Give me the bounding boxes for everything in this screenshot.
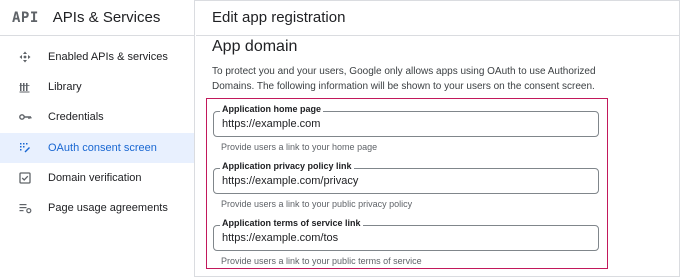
sidebar-item-label: OAuth consent screen bbox=[48, 141, 157, 154]
section-title: App domain bbox=[212, 38, 298, 55]
terms-of-service-input-box[interactable]: Application terms of service link bbox=[213, 218, 599, 251]
sidebar: API APIs & Services Enabled APIs & servi… bbox=[0, 0, 195, 277]
terms-of-service-field: Application terms of service link Provid… bbox=[213, 218, 599, 266]
home-page-field: Application home page Provide users a li… bbox=[213, 104, 599, 152]
sidebar-item-library[interactable]: Library bbox=[0, 72, 194, 102]
key-icon bbox=[18, 110, 32, 124]
sidebar-item-label: Page usage agreements bbox=[48, 201, 168, 214]
privacy-policy-field: Application privacy policy link Provide … bbox=[213, 161, 599, 209]
sidebar-item-credentials[interactable]: Credentials bbox=[0, 102, 194, 132]
diamond-arrows-icon bbox=[18, 50, 32, 64]
home-page-input[interactable] bbox=[222, 118, 582, 130]
section-description: To protect you and your users, Google on… bbox=[212, 66, 596, 92]
consent-grid-icon bbox=[18, 141, 32, 155]
library-icon bbox=[18, 80, 32, 94]
sidebar-item-enabled-apis[interactable]: Enabled APIs & services bbox=[0, 42, 194, 72]
sidebar-item-label: Enabled APIs & services bbox=[48, 51, 168, 63]
home-page-label: Application home page bbox=[220, 104, 324, 114]
checkbox-icon bbox=[18, 171, 32, 185]
sidebar-item-oauth-consent[interactable]: OAuth consent screen bbox=[0, 132, 194, 163]
app-domain-fields-highlight: Application home page Provide users a li… bbox=[206, 98, 608, 269]
privacy-policy-label: Application privacy policy link bbox=[220, 161, 354, 171]
sidebar-item-label: Credentials bbox=[48, 111, 104, 124]
terms-of-service-label: Application terms of service link bbox=[220, 218, 363, 228]
api-logo: API bbox=[12, 9, 39, 26]
privacy-policy-input-box[interactable]: Application privacy policy link bbox=[213, 161, 599, 194]
home-page-input-box[interactable]: Application home page bbox=[213, 104, 599, 137]
sidebar-item-page-usage[interactable]: Page usage agreements bbox=[0, 193, 194, 223]
main-content: Edit app registration App domain To prot… bbox=[196, 0, 680, 277]
home-page-hint: Provide users a link to your home page bbox=[221, 142, 378, 152]
sidebar-item-label: Domain verification bbox=[48, 171, 142, 184]
sidebar-item-label: Library bbox=[48, 81, 82, 94]
terms-of-service-input[interactable] bbox=[222, 232, 582, 244]
privacy-policy-input[interactable] bbox=[222, 175, 582, 187]
settings-list-icon bbox=[18, 201, 32, 215]
terms-of-service-hint: Provide users a link to your public term… bbox=[221, 256, 422, 266]
sidebar-header: API APIs & Services bbox=[0, 0, 194, 36]
sidebar-nav: Enabled APIs & services Library Credenti… bbox=[0, 36, 194, 223]
product-name: APIs & Services bbox=[52, 9, 161, 26]
privacy-policy-hint: Provide users a link to your public priv… bbox=[221, 199, 413, 209]
sidebar-item-domain-verification[interactable]: Domain verification bbox=[0, 163, 194, 193]
page-header: Edit app registration bbox=[196, 0, 680, 36]
